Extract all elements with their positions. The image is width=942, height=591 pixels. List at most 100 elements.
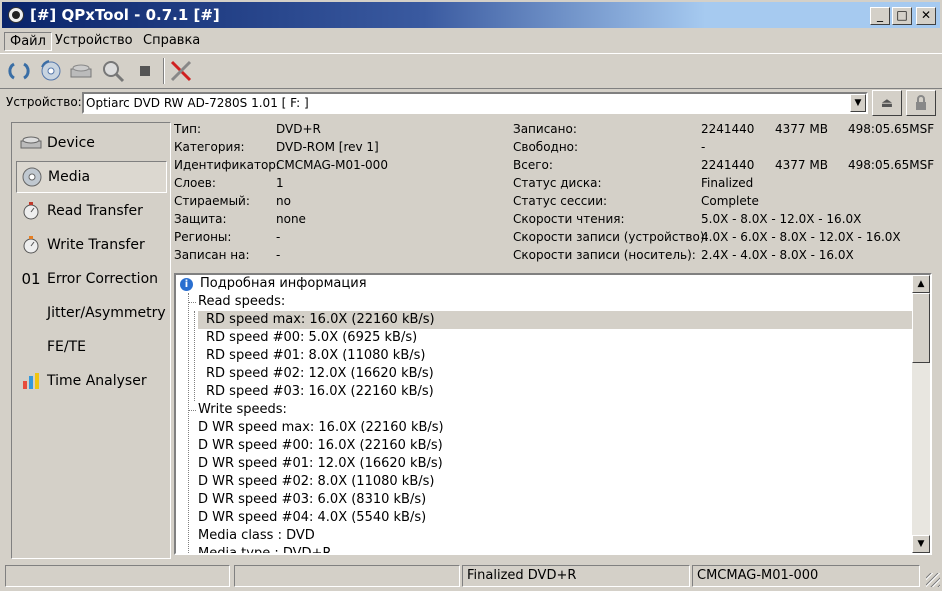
magnifier-icon bbox=[103, 61, 125, 83]
disc-refresh-icon bbox=[41, 60, 61, 81]
sidebar-item-label: FE/TE bbox=[47, 339, 87, 355]
info-label: Свободно: bbox=[513, 140, 579, 154]
binary-icon: 01 bbox=[21, 270, 41, 288]
sidebar-item-label: Device bbox=[47, 135, 95, 151]
scroll-down-button[interactable]: ▼ bbox=[912, 535, 930, 553]
sidebar-item-time-analyser[interactable]: Time Analyser bbox=[16, 365, 167, 397]
info-value: DVD+R bbox=[276, 122, 321, 136]
device-select[interactable]: Optiarc DVD RW AD-7280S 1.01 [ F: ] ▼ bbox=[82, 92, 868, 114]
toolbar bbox=[0, 53, 942, 89]
info-label: Всего: bbox=[513, 158, 553, 172]
media-info-panel: Тип: DVD+R Категория: DVD-ROM [rev 1] Ид… bbox=[174, 122, 934, 272]
eject-button[interactable]: ⏏ bbox=[872, 90, 902, 116]
tree-row[interactable]: Media type : DVD+R bbox=[198, 545, 331, 553]
sidebar-item-jitter[interactable]: Jitter/Asymmetry bbox=[16, 297, 167, 329]
device-row: Устройство: Optiarc DVD RW AD-7280S 1.01… bbox=[0, 90, 942, 118]
title-bar: [#] QPxTool - 0.7.1 [#] _ □ ✕ bbox=[0, 0, 942, 30]
sidebar-item-media[interactable]: Media bbox=[16, 161, 167, 193]
menu-bar: Файл Устройство Справка bbox=[0, 30, 942, 52]
device-info-button[interactable] bbox=[68, 58, 94, 84]
stopwatch-icon bbox=[18, 200, 44, 222]
sidebar-item-error-correction[interactable]: 01 Error Correction bbox=[16, 263, 167, 295]
info-label: Статус сессии: bbox=[513, 194, 608, 208]
tree-row[interactable]: D WR speed #01: 12.0X (16620 kB/s) bbox=[198, 455, 443, 473]
info-value: 1 bbox=[276, 176, 284, 190]
scan-button[interactable] bbox=[100, 58, 126, 84]
tree-scrollbar[interactable]: ▲ ▼ bbox=[912, 275, 930, 553]
sidebar-item-label: Error Correction bbox=[47, 271, 159, 287]
device-select-value: Optiarc DVD RW AD-7280S 1.01 [ F: ] bbox=[86, 96, 309, 110]
drive-icon bbox=[70, 64, 92, 78]
info-label: Идентификатор: bbox=[174, 158, 280, 172]
refresh-icon bbox=[8, 62, 30, 80]
info-value: 4377 MB bbox=[775, 122, 828, 136]
tree-row[interactable]: D WR speed #02: 8.0X (11080 kB/s) bbox=[198, 473, 434, 491]
sidebar-item-fete[interactable]: FE/TE bbox=[16, 331, 167, 363]
sidebar-item-write-transfer[interactable]: Write Transfer bbox=[16, 229, 167, 261]
drive-icon bbox=[18, 132, 44, 154]
info-value: DVD-ROM [rev 1] bbox=[276, 140, 379, 154]
detail-tree[interactable]: i Подробная информация Read speeds: RD s… bbox=[174, 273, 932, 555]
maximize-button[interactable]: □ bbox=[892, 7, 912, 25]
lock-icon bbox=[916, 95, 926, 110]
info-value: 5.0X - 8.0X - 12.0X - 16.0X bbox=[701, 212, 862, 226]
chevron-down-icon[interactable]: ▼ bbox=[850, 94, 866, 112]
tree-root[interactable]: i Подробная информация bbox=[176, 275, 914, 293]
sidebar-item-label: Time Analyser bbox=[47, 373, 147, 389]
tree-row[interactable]: RD speed max: 16.0X (22160 kB/s) bbox=[198, 311, 914, 329]
sidebar: Device Media Read Transfer Write Transfe… bbox=[11, 122, 171, 559]
status-panel-2 bbox=[234, 565, 460, 587]
lock-button[interactable] bbox=[906, 90, 936, 116]
stop-icon bbox=[140, 66, 150, 76]
tree-row[interactable]: Media class : DVD bbox=[198, 527, 315, 545]
sidebar-item-label: Media bbox=[48, 169, 91, 185]
status-bar: Finalized DVD+R CMCMAG-M01-000 bbox=[0, 563, 942, 589]
toolbar-separator bbox=[163, 58, 165, 84]
close-button[interactable]: ✕ bbox=[916, 7, 936, 25]
info-label: Слоев: bbox=[174, 176, 216, 190]
info-label: Тип: bbox=[174, 122, 202, 136]
sidebar-item-device[interactable]: Device bbox=[16, 127, 167, 159]
tree-row[interactable]: D WR speed #03: 6.0X (8310 kB/s) bbox=[198, 491, 426, 509]
tree-row[interactable]: RD speed #01: 8.0X (11080 kB/s) bbox=[206, 347, 425, 365]
sidebar-item-label: Write Transfer bbox=[47, 237, 145, 253]
refresh-button[interactable] bbox=[6, 58, 32, 84]
tree-root-label: Подробная информация bbox=[200, 276, 367, 291]
info-label: Скорости записи (носитель): bbox=[513, 248, 696, 262]
sidebar-item-label: Read Transfer bbox=[47, 203, 143, 219]
info-label: Статус диска: bbox=[513, 176, 602, 190]
tree-row[interactable]: RD speed #02: 12.0X (16620 kB/s) bbox=[206, 365, 434, 383]
settings-button[interactable] bbox=[168, 58, 194, 84]
media-refresh-button[interactable] bbox=[38, 58, 64, 84]
tree-row[interactable]: Read speeds: bbox=[198, 293, 285, 311]
info-label: Стираемый: bbox=[174, 194, 250, 208]
chevron-up-icon: ▲ bbox=[917, 279, 925, 289]
tree-row[interactable]: Write speeds: bbox=[198, 401, 287, 419]
tree-row[interactable]: D WR speed #04: 4.0X (5540 kB/s) bbox=[198, 509, 426, 527]
sidebar-item-read-transfer[interactable]: Read Transfer bbox=[16, 195, 167, 227]
menu-file[interactable]: Файл bbox=[4, 32, 52, 51]
info-value: Finalized bbox=[701, 176, 754, 190]
tree-row[interactable]: RD speed #00: 5.0X (6925 kB/s) bbox=[206, 329, 417, 347]
info-value: 498:05.65MSF bbox=[848, 122, 935, 136]
tree-row[interactable]: RD speed #03: 16.0X (22160 kB/s) bbox=[206, 383, 434, 401]
tree-row[interactable]: D WR speed max: 16.0X (22160 kB/s) bbox=[198, 419, 444, 437]
info-value: 2241440 bbox=[701, 122, 755, 136]
tree-row[interactable]: D WR speed #00: 16.0X (22160 kB/s) bbox=[198, 437, 443, 455]
info-value: - bbox=[276, 248, 281, 262]
sidebar-item-label: Jitter/Asymmetry bbox=[47, 305, 166, 321]
stop-button[interactable] bbox=[132, 58, 158, 84]
info-label: Защита: bbox=[174, 212, 227, 226]
status-disc-state: Finalized DVD+R bbox=[462, 565, 690, 587]
resize-grip[interactable] bbox=[926, 573, 940, 587]
info-label: Записан на: bbox=[174, 248, 250, 262]
scroll-up-button[interactable]: ▲ bbox=[912, 275, 930, 293]
app-logo-icon bbox=[8, 7, 24, 23]
menu-device[interactable]: Устройство bbox=[50, 32, 138, 51]
status-panel-1 bbox=[5, 565, 230, 587]
info-value: 4.0X - 6.0X - 8.0X - 12.0X - 16.0X bbox=[701, 230, 901, 244]
minimize-button[interactable]: _ bbox=[870, 7, 890, 25]
scroll-thumb[interactable] bbox=[912, 293, 930, 363]
menu-help[interactable]: Справка bbox=[138, 32, 205, 51]
info-icon: i bbox=[180, 278, 193, 291]
